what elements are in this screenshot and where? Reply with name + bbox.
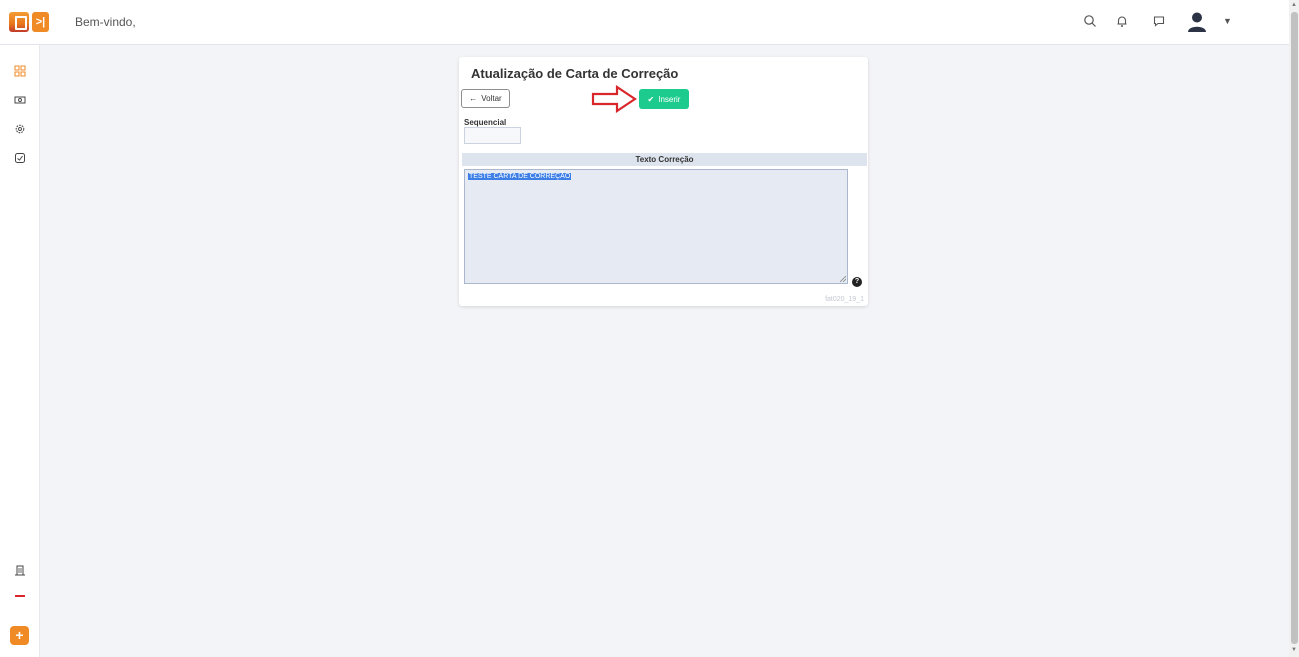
form-code: fat020_19_1 xyxy=(825,296,864,303)
check-icon: ✔ xyxy=(647,94,655,104)
collapse-sidebar-button[interactable]: >| xyxy=(32,12,49,32)
scrollbar[interactable]: ▲ ▼ xyxy=(1289,0,1299,657)
add-button[interactable] xyxy=(10,626,29,645)
scroll-up-icon[interactable]: ▲ xyxy=(1291,2,1297,8)
red-arrow-annotation-icon xyxy=(591,85,637,113)
chat-icon[interactable] xyxy=(1152,14,1166,28)
correction-text-header: Texto Correção xyxy=(462,153,867,166)
correction-text-value: TESTE CARTA DE CORREÇÃO xyxy=(468,173,572,180)
scroll-thumb[interactable] xyxy=(1291,12,1298,644)
resize-grip-icon[interactable] xyxy=(840,276,846,282)
back-button-label: Voltar xyxy=(481,94,502,103)
top-bar: >| Bem-vindo, ▼ xyxy=(0,0,1289,45)
correction-text-area[interactable]: TESTE CARTA DE CORREÇÃO xyxy=(464,169,848,284)
arrow-left-icon: ← xyxy=(469,94,478,103)
cash-icon[interactable] xyxy=(14,94,26,106)
back-button[interactable]: ← Voltar xyxy=(461,89,510,108)
caret-down-icon[interactable]: ▼ xyxy=(1223,16,1232,26)
sequencial-label: Sequencial xyxy=(464,118,507,127)
page-title: Atualização de Carta de Correção xyxy=(471,66,679,81)
bell-icon[interactable] xyxy=(1115,14,1129,28)
company-icon[interactable] xyxy=(14,564,26,576)
insert-button-label: Inserir xyxy=(658,94,681,104)
welcome-text: Bem-vindo, xyxy=(75,15,136,29)
app-logo-icon[interactable] xyxy=(9,12,29,32)
reports-icon[interactable] xyxy=(14,152,26,164)
scroll-down-icon[interactable]: ▼ xyxy=(1291,647,1297,653)
correction-letter-card: Atualização de Carta de Correção ← Volta… xyxy=(459,57,868,306)
brand-logo-icon xyxy=(15,595,25,597)
insert-button[interactable]: ✔ Inserir xyxy=(639,89,689,109)
help-icon[interactable]: ? xyxy=(852,277,862,287)
dashboard-icon[interactable] xyxy=(14,65,26,77)
gear-icon[interactable] xyxy=(14,123,26,135)
search-icon[interactable] xyxy=(1083,14,1097,28)
sequencial-input[interactable] xyxy=(464,127,521,144)
sidebar xyxy=(0,45,40,657)
user-avatar-icon[interactable] xyxy=(1187,11,1207,33)
